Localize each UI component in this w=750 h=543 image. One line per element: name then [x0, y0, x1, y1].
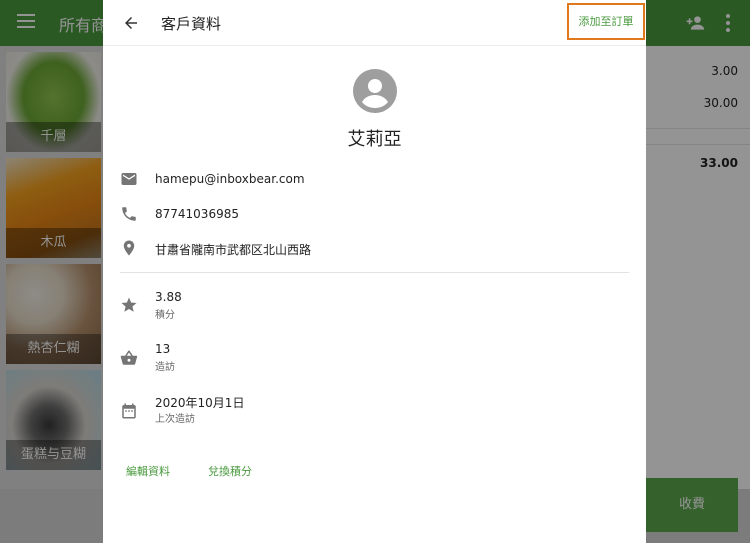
last-visit-label: 上次造訪 — [155, 414, 195, 425]
customer-name: 艾莉亞 — [347, 129, 402, 150]
phone-icon — [122, 207, 136, 221]
email-icon — [121, 173, 137, 185]
last-visit-value: 2020年10月1日 — [155, 396, 245, 410]
dialog-header: 客戶資料 添加至訂單 — [103, 0, 646, 46]
add-to-order-button[interactable]: 添加至訂單 — [567, 3, 645, 40]
star-icon — [121, 297, 137, 312]
basket-icon — [120, 350, 138, 365]
edit-profile-button[interactable]: 編輯資料 — [126, 463, 170, 479]
visits-label: 造訪 — [155, 362, 175, 373]
customer-details-dialog: 客戶資料 添加至訂單 艾莉亞 hamepu@inboxbear.com 8774… — [103, 0, 646, 543]
dialog-title: 客戶資料 — [161, 15, 222, 33]
divider — [120, 272, 629, 273]
customer-phone[interactable]: 87741036985 — [155, 207, 239, 221]
points-value: 3.88 — [155, 290, 182, 304]
arrow-left-icon[interactable] — [122, 14, 140, 32]
location-pin-icon — [123, 240, 135, 256]
customer-address[interactable]: 甘肅省隴南市武都区北山西路 — [155, 241, 311, 258]
customer-email[interactable]: hamepu@inboxbear.com — [155, 172, 305, 186]
redeem-points-button[interactable]: 兌換積分 — [208, 463, 252, 479]
points-label: 積分 — [155, 310, 175, 321]
account-circle-icon — [353, 69, 397, 113]
calendar-icon — [122, 403, 136, 419]
visits-value: 13 — [155, 342, 171, 356]
